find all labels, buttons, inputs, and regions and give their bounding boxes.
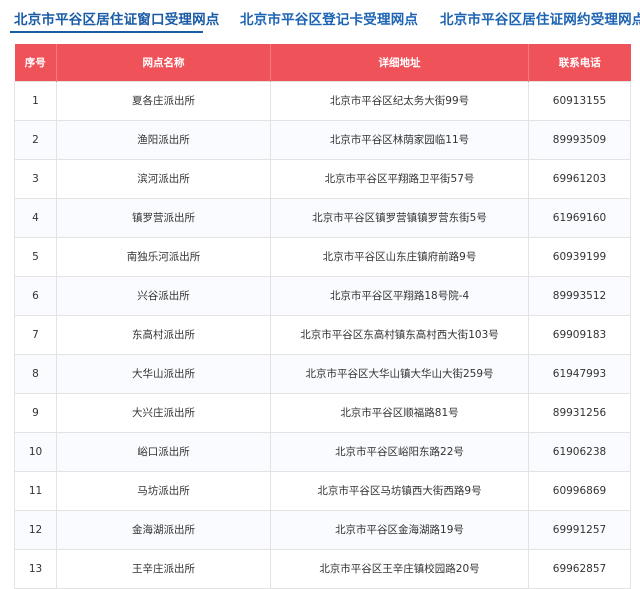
service-points-table: 序号 网点名称 详细地址 联系电话 1 夏各庄派出所 北京市平谷区纪太务大街99…: [14, 44, 631, 589]
tab-registration-card-points[interactable]: 北京市平谷区登记卡受理网点: [240, 8, 418, 28]
table-row: 3 滨河派出所 北京市平谷区平翔路卫平街57号 69961203: [14, 158, 631, 199]
active-tab-indicator: [10, 31, 203, 33]
row-station-name: 金海湖派出所: [56, 509, 271, 550]
row-phone: 69909183: [528, 314, 631, 355]
table-row: 9 大兴庄派出所 北京市平谷区顺福路81号 89931256: [14, 392, 631, 433]
row-index: 5: [14, 236, 57, 277]
row-phone: 89993512: [528, 275, 631, 316]
table-row: 13 王辛庄派出所 北京市平谷区王辛庄镇校园路20号 69962857: [14, 548, 631, 589]
row-phone: 69961203: [528, 158, 631, 199]
tab-window-service-points[interactable]: 北京市平谷区居住证窗口受理网点: [14, 8, 220, 28]
row-phone: 60996869: [528, 470, 631, 511]
column-header-name: 网点名称: [56, 44, 271, 81]
row-phone: 61906238: [528, 431, 631, 472]
row-phone: 61947993: [528, 353, 631, 394]
row-station-name: 夏各庄派出所: [56, 80, 271, 121]
row-index: 8: [14, 353, 57, 394]
row-index: 11: [14, 470, 57, 511]
tab-bar: 北京市平谷区居住证窗口受理网点 北京市平谷区登记卡受理网点 北京市平谷区居住证网…: [0, 0, 640, 44]
row-address: 北京市平谷区平翔路卫平街57号: [270, 158, 529, 199]
row-index: 3: [14, 158, 57, 199]
row-station-name: 东高村派出所: [56, 314, 271, 355]
table-row: 6 兴谷派出所 北京市平谷区平翔路18号院-4 89993512: [14, 275, 631, 316]
row-station-name: 马坊派出所: [56, 470, 271, 511]
table-row: 8 大华山派出所 北京市平谷区大华山镇大华山大街259号 61947993: [14, 353, 631, 394]
row-index: 12: [14, 509, 57, 550]
column-header-address: 详细地址: [270, 44, 529, 81]
row-phone: 61969160: [528, 197, 631, 238]
row-phone: 89931256: [528, 392, 631, 433]
row-station-name: 兴谷派出所: [56, 275, 271, 316]
row-address: 北京市平谷区林荫家园临11号: [270, 119, 529, 160]
table-row: 7 东高村派出所 北京市平谷区东高村镇东高村西大街103号 69909183: [14, 314, 631, 355]
row-phone: 60913155: [528, 80, 631, 121]
table-row: 4 镇罗营派出所 北京市平谷区镇罗营镇镇罗营东街5号 61969160: [14, 197, 631, 238]
column-header-phone: 联系电话: [528, 44, 631, 81]
row-station-name: 渔阳派出所: [56, 119, 271, 160]
row-phone: 89993509: [528, 119, 631, 160]
row-index: 6: [14, 275, 57, 316]
row-station-name: 滨河派出所: [56, 158, 271, 199]
row-address: 北京市平谷区镇罗营镇镇罗营东街5号: [270, 197, 529, 238]
row-index: 1: [14, 80, 57, 121]
row-index: 7: [14, 314, 57, 355]
row-address: 北京市平谷区顺福路81号: [270, 392, 529, 433]
row-address: 北京市平谷区东高村镇东高村西大街103号: [270, 314, 529, 355]
row-station-name: 大华山派出所: [56, 353, 271, 394]
row-index: 13: [14, 548, 57, 589]
row-index: 10: [14, 431, 57, 472]
row-phone: 69962857: [528, 548, 631, 589]
row-station-name: 峪口派出所: [56, 431, 271, 472]
row-address: 北京市平谷区金海湖路19号: [270, 509, 529, 550]
row-index: 9: [14, 392, 57, 433]
row-address: 北京市平谷区纪太务大街99号: [270, 80, 529, 121]
table-row: 10 峪口派出所 北京市平谷区峪阳东路22号 61906238: [14, 431, 631, 472]
row-index: 2: [14, 119, 57, 160]
column-header-index: 序号: [14, 44, 57, 81]
row-station-name: 大兴庄派出所: [56, 392, 271, 433]
table-row: 5 南独乐河派出所 北京市平谷区山东庄镇府前路9号 60939199: [14, 236, 631, 277]
table-row: 2 渔阳派出所 北京市平谷区林荫家园临11号 89993509: [14, 119, 631, 160]
row-index: 4: [14, 197, 57, 238]
tab-online-appointment-points[interactable]: 北京市平谷区居住证网约受理网点: [440, 8, 640, 28]
row-station-name: 南独乐河派出所: [56, 236, 271, 277]
row-address: 北京市平谷区王辛庄镇校园路20号: [270, 548, 529, 589]
row-station-name: 镇罗营派出所: [56, 197, 271, 238]
table-row: 1 夏各庄派出所 北京市平谷区纪太务大街99号 60913155: [14, 80, 631, 121]
row-phone: 60939199: [528, 236, 631, 277]
service-points-table-container: 序号 网点名称 详细地址 联系电话 1 夏各庄派出所 北京市平谷区纪太务大街99…: [14, 44, 631, 589]
row-address: 北京市平谷区马坊镇西大街西路9号: [270, 470, 529, 511]
row-address: 北京市平谷区大华山镇大华山大街259号: [270, 353, 529, 394]
table-row: 11 马坊派出所 北京市平谷区马坊镇西大街西路9号 60996869: [14, 470, 631, 511]
row-address: 北京市平谷区峪阳东路22号: [270, 431, 529, 472]
row-address: 北京市平谷区山东庄镇府前路9号: [270, 236, 529, 277]
table-header-row: 序号 网点名称 详细地址 联系电话: [14, 44, 631, 81]
row-phone: 69991257: [528, 509, 631, 550]
row-address: 北京市平谷区平翔路18号院-4: [270, 275, 529, 316]
row-station-name: 王辛庄派出所: [56, 548, 271, 589]
table-row: 12 金海湖派出所 北京市平谷区金海湖路19号 69991257: [14, 509, 631, 550]
